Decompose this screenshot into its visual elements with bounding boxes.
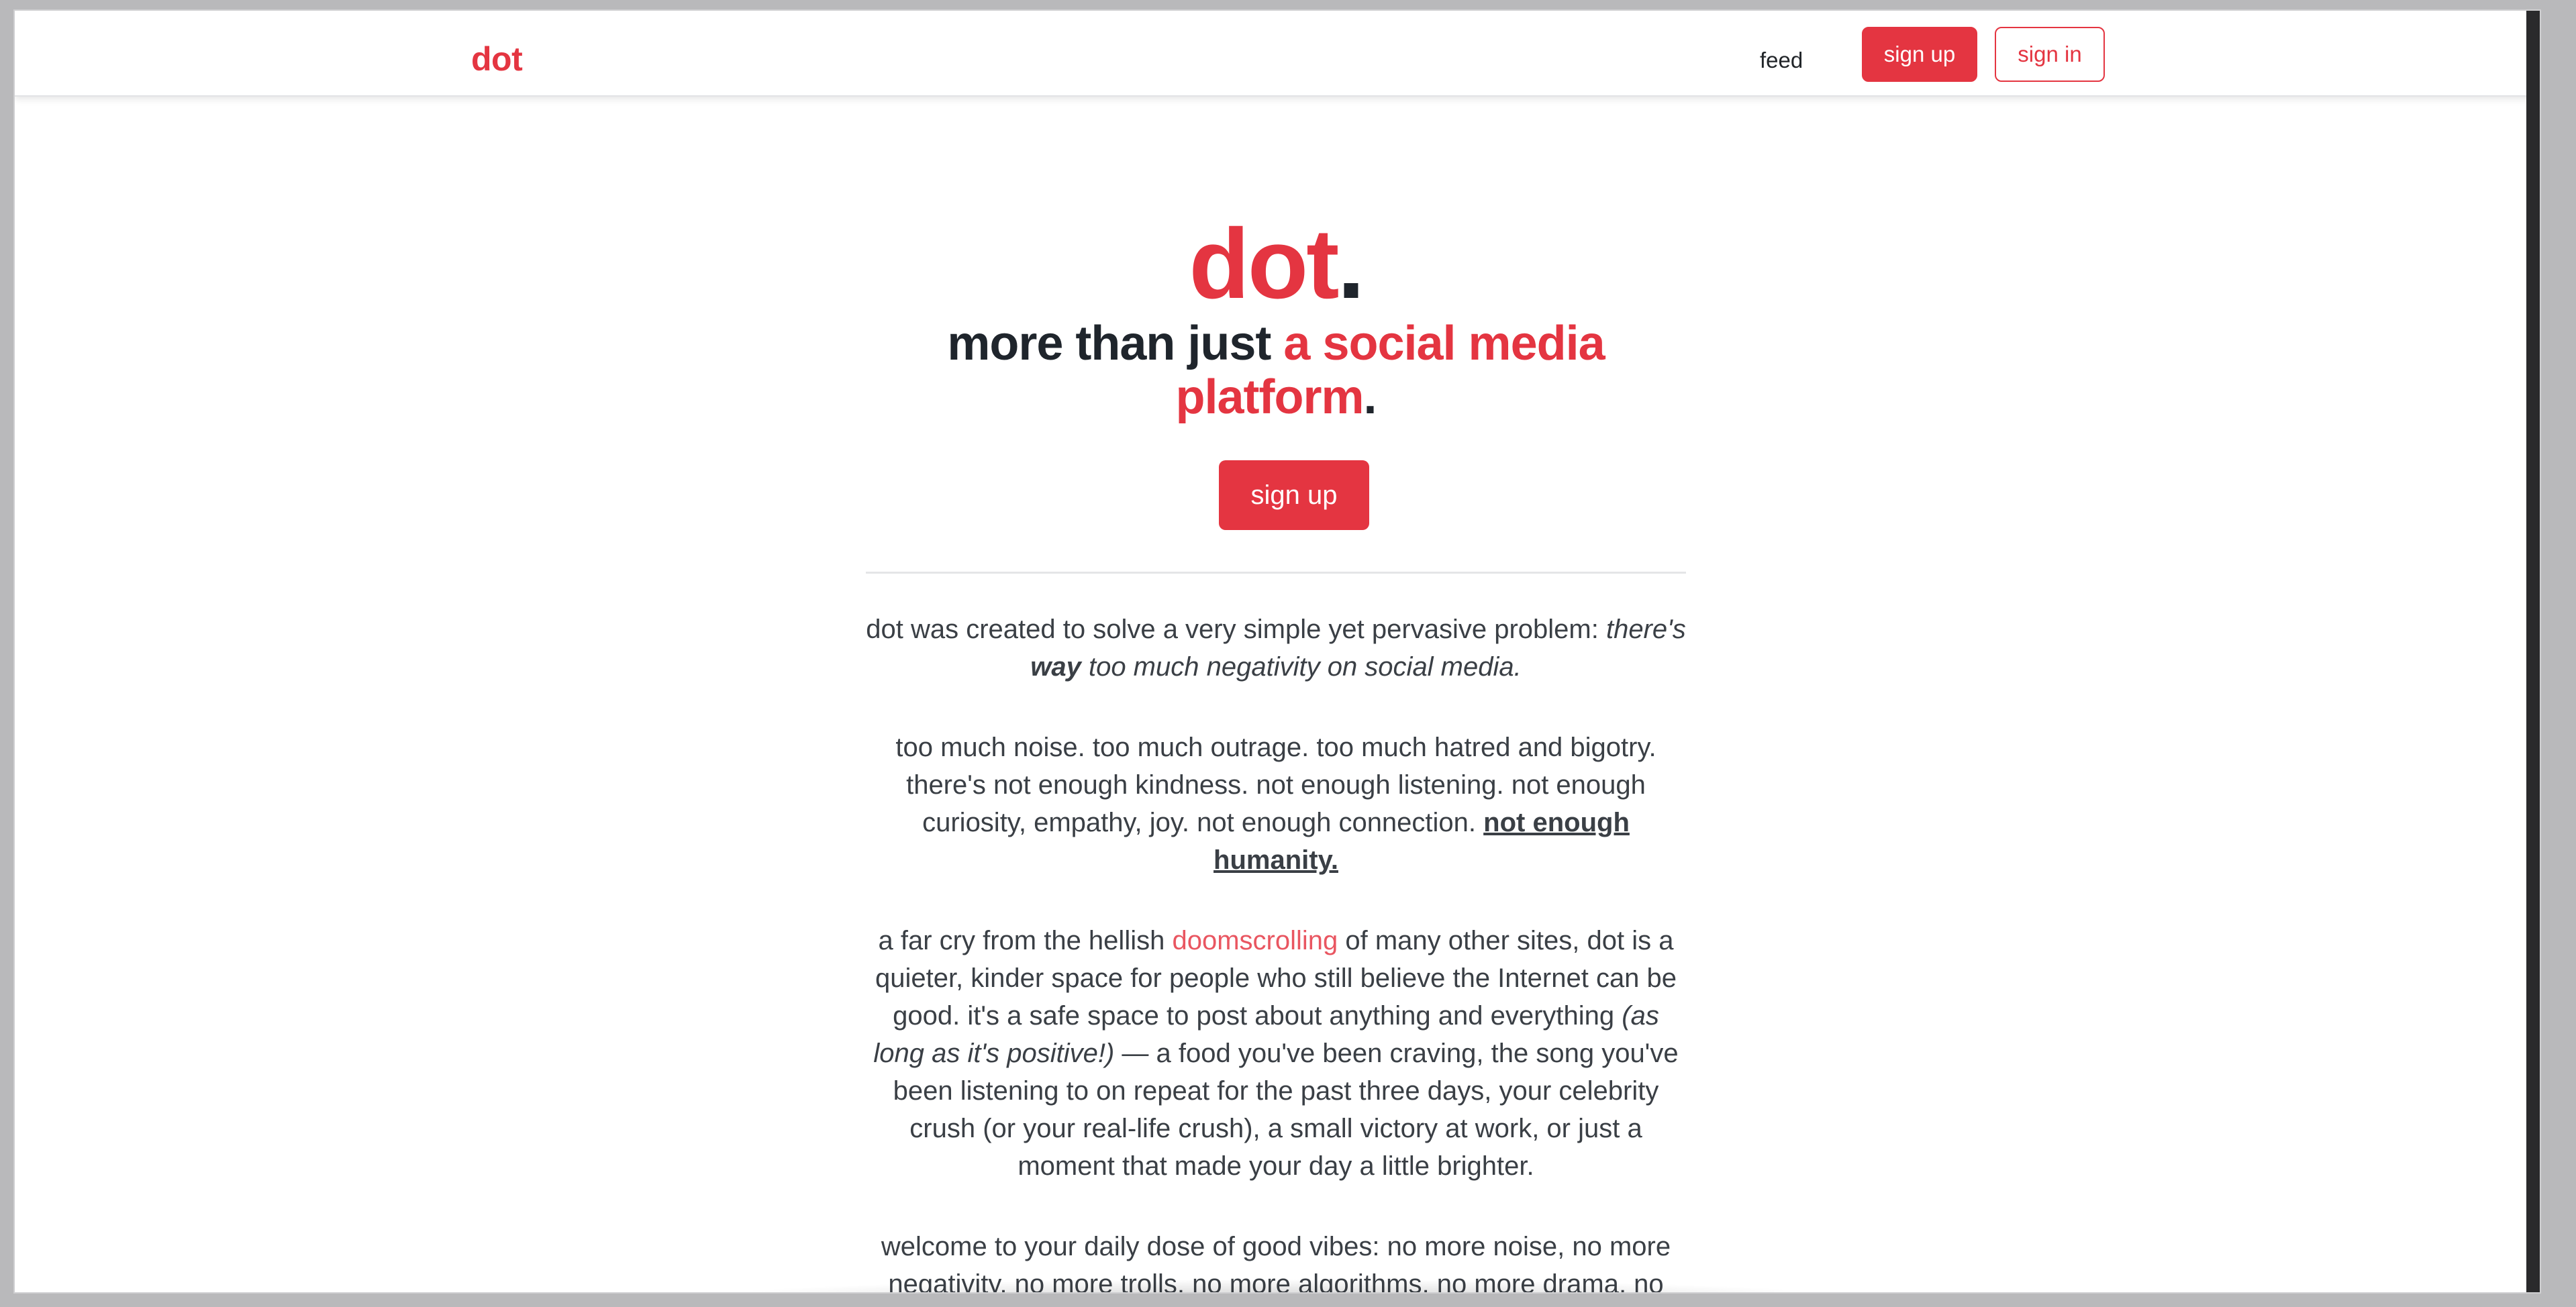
- window-edge: [2526, 11, 2540, 1292]
- intro-paragraph: dot was created to solve a very simple y…: [866, 611, 1686, 686]
- navbar: dot feed sign up sign in: [15, 11, 2540, 97]
- problem-paragraph: too much noise. too much outrage. too mu…: [893, 729, 1659, 879]
- p1-text: dot was created to solve a very simple y…: [866, 615, 1606, 644]
- p1-bold-italic: way: [1030, 652, 1081, 682]
- description-paragraph: a far cry from the hellish doomscrolling…: [866, 922, 1686, 1185]
- browser-window: dot feed sign up sign in dot. more than …: [13, 9, 2541, 1294]
- hero-subtitle-period: .: [1363, 370, 1377, 424]
- brand-logo-link[interactable]: dot: [471, 39, 523, 79]
- hero-title: dot.: [866, 211, 1686, 318]
- hero-title-period: .: [1337, 209, 1365, 319]
- bottom-shadow: [686, 1279, 1867, 1292]
- p1-italic: there's: [1605, 615, 1686, 644]
- hero-sign-up-button[interactable]: sign up: [1219, 460, 1369, 530]
- hero-title-text: dot: [1189, 209, 1339, 319]
- p3-text-a: a far cry from the hellish: [878, 926, 1173, 955]
- nav-sign-in-button[interactable]: sign in: [1995, 27, 2105, 82]
- hero-subtitle: more than just a social media platform.: [893, 317, 1659, 424]
- divider: [866, 572, 1686, 574]
- p1-italic-end: too much negativity on social media.: [1081, 652, 1522, 682]
- hero-subtitle-dark: more than just: [947, 317, 1284, 370]
- doomscrolling-link[interactable]: doomscrolling: [1172, 926, 1338, 955]
- nav-sign-up-button[interactable]: sign up: [1862, 27, 1977, 82]
- nav-feed-link[interactable]: feed: [1760, 47, 1803, 74]
